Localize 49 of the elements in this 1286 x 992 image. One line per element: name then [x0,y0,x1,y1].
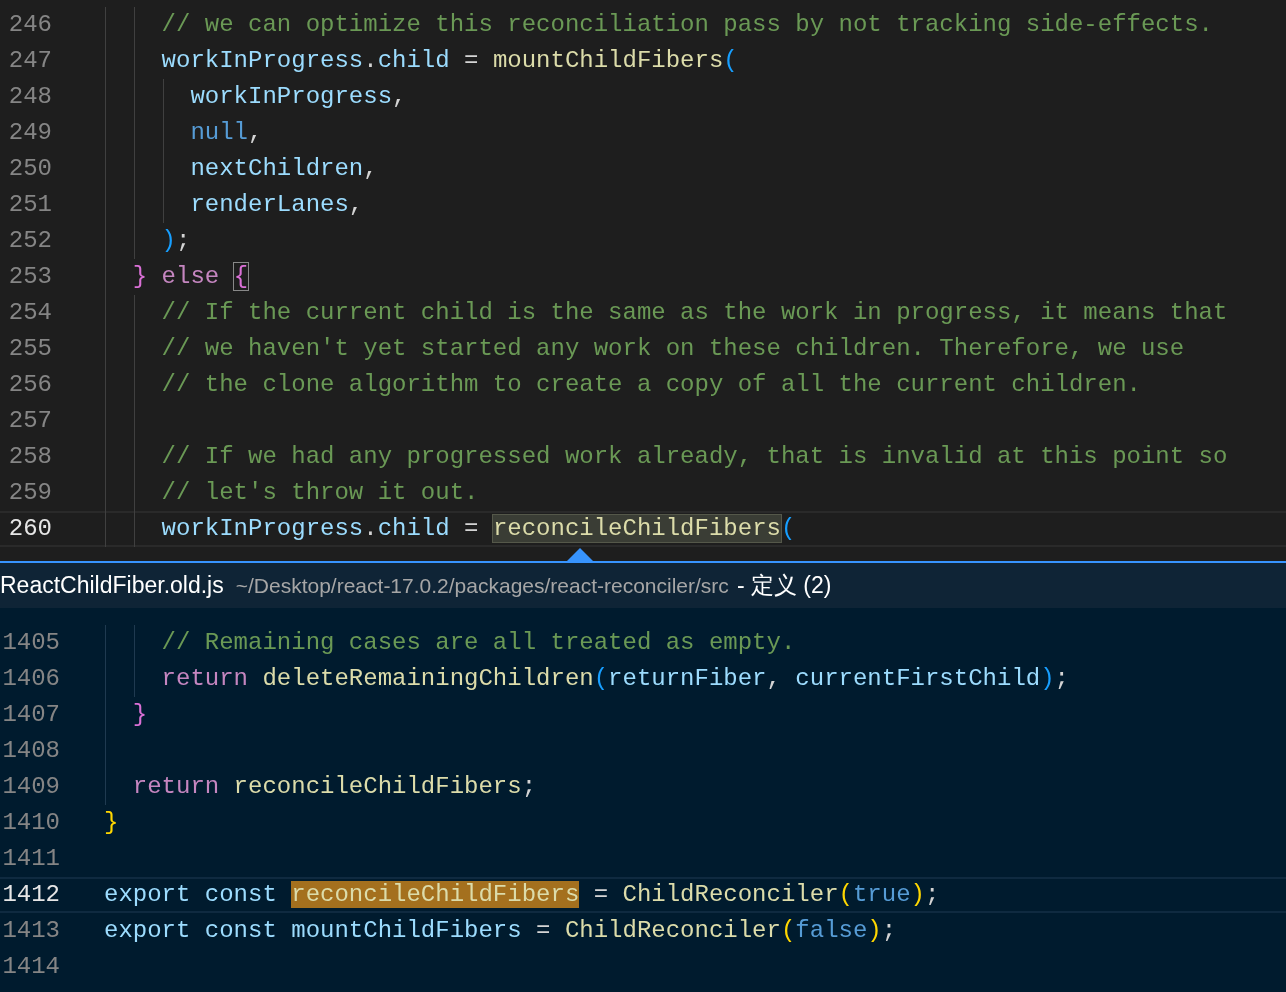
code-line: // If we had any progressed work already, that is invalid at this point so [160,442,1228,472]
line-number: 1405 [1,628,60,658]
code-line: ); [160,226,191,256]
line-number: 253 [7,262,52,292]
line-number: 1413 [1,916,60,946]
code-line: export const mountChildFibers = ChildReconciler(false); [104,916,897,946]
file-path: ~/Desktop/react-17.0.2/packages/react-reconciler/src [235,573,729,598]
line-number: 1412 [1,880,60,910]
line-number: 255 [7,334,52,364]
code-line: workInProgress.child = mountChildFibers( [160,46,738,76]
line-number: 248 [7,82,52,112]
line-number: 1409 [1,772,60,802]
code-line: renderLanes, [189,190,364,220]
code-line: workInProgress.child = reconcileChildFibers( [160,514,796,544]
line-number: 251 [7,190,52,220]
code-line: // we can optimize this reconciliation pass by not tracking side-effects. [160,10,1213,40]
code-line: return deleteRemainingChildren(returnFiber, currentFirstChild); [160,664,1069,694]
code-line: // If the current child is the same as the work in progress, it means that [160,298,1228,328]
code-line: // let's throw it out. [160,478,479,508]
code-line: // the clone algorithm to create a copy of all the current children. [160,370,1141,400]
file-name[interactable]: ReactChildFiber.old.js [0,572,224,599]
line-number: 257 [7,406,52,436]
code-line: } [104,808,119,838]
line-number: 258 [7,442,52,472]
line-number: 260 [7,514,52,544]
line-number: 1410 [1,808,60,838]
line-number: 250 [7,154,52,184]
code-line: null, [189,118,263,148]
line-number: 252 [7,226,52,256]
line-number: 1407 [1,700,60,730]
line-number: 259 [7,478,52,508]
line-number: 1406 [1,664,60,694]
code-line: workInProgress, [189,82,407,112]
line-number: 247 [7,46,52,76]
code-line: export const reconcileChildFibers = ChildReconciler(true); [104,880,940,910]
line-number: 249 [7,118,52,148]
line-number: 1414 [1,952,60,982]
line-number: 254 [7,298,52,328]
code-line: } [131,700,148,730]
line-number: 1411 [1,844,60,874]
code-line: } else { [131,262,249,292]
line-number: 256 [7,370,52,400]
code-line: nextChildren, [189,154,378,184]
code-line: // we haven't yet started any work on these children. Therefore, we use [160,334,1185,364]
line-number: 1408 [1,736,60,766]
line-number: 246 [7,10,52,40]
definition-count: - 定义 (2) [736,571,832,600]
code-line: return reconcileChildFibers; [131,772,537,802]
code-line: // Remaining cases are all treated as empty. [160,628,796,658]
